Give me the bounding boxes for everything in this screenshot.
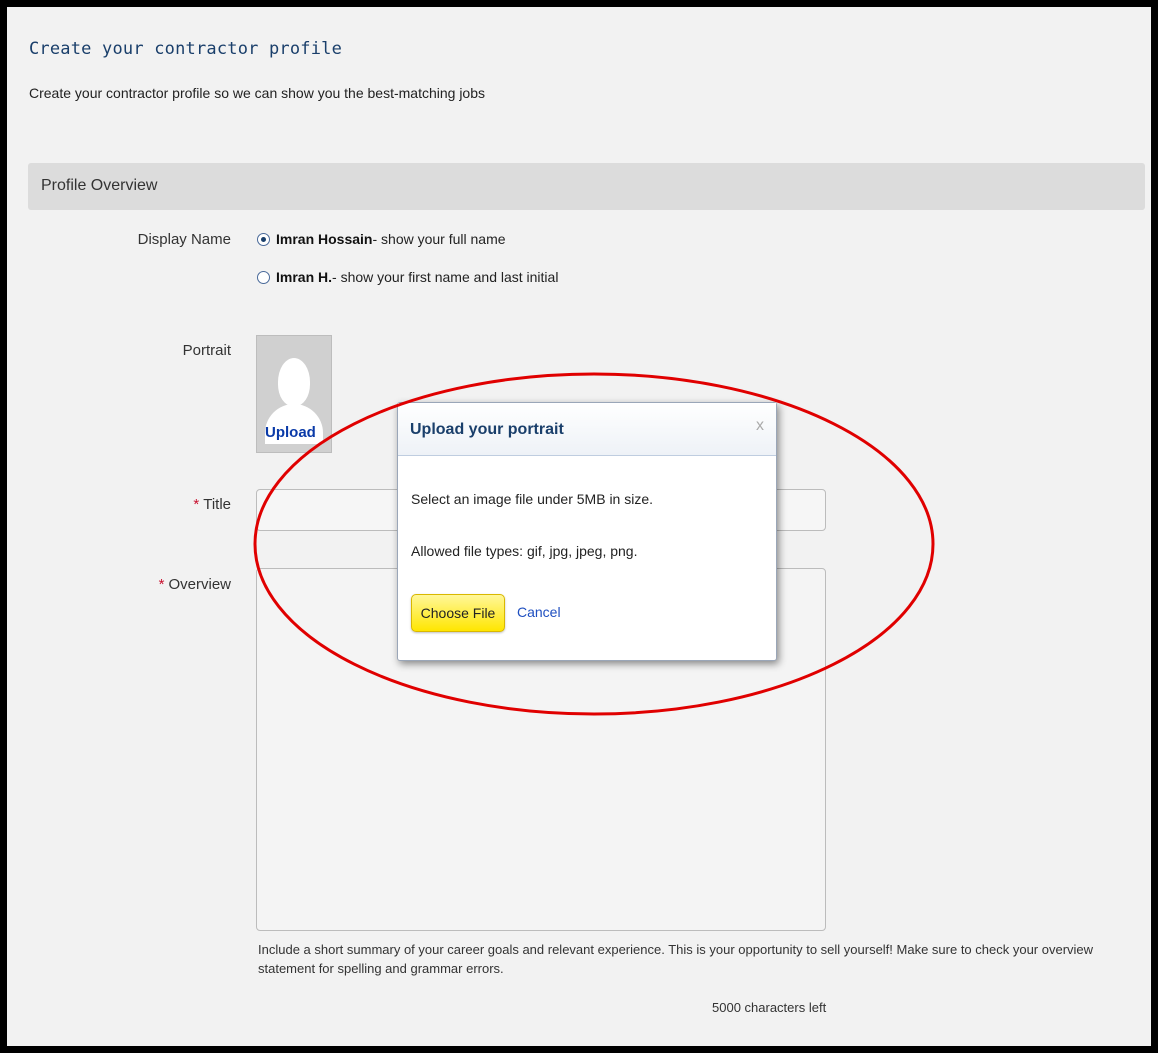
display-name-label: Display Name <box>137 231 231 248</box>
close-icon[interactable]: x <box>756 417 764 435</box>
page-title: Create your contractor profile <box>29 39 343 59</box>
overview-label-text: Overview <box>168 576 231 593</box>
title-label-text: Title <box>203 496 231 513</box>
required-mark: * <box>193 496 200 513</box>
title-label: * Title <box>193 496 231 513</box>
cancel-link[interactable]: Cancel <box>517 604 561 620</box>
dialog-header: Upload your portrait x <box>398 403 776 456</box>
choose-file-button[interactable]: Choose File <box>411 594 505 632</box>
overview-label: * Overview <box>159 576 231 593</box>
character-counter: 5000 characters left <box>712 1000 827 1015</box>
section-title: Profile Overview <box>41 177 158 194</box>
radio-selected-icon[interactable] <box>257 232 270 246</box>
display-name-option-full[interactable]: Imran Hossain - show your full name <box>257 231 506 247</box>
avatar-silhouette-icon <box>278 358 310 406</box>
page-subtitle: Create your contractor profile so we can… <box>29 85 486 101</box>
overview-help-text: Include a short summary of your career g… <box>258 942 1094 976</box>
dialog-size-note: Select an image file under 5MB in size. <box>411 491 654 507</box>
upload-link[interactable]: Upload <box>265 424 316 441</box>
dialog-title: Upload your portrait <box>410 421 564 438</box>
option-suffix: - show your first name and last initial <box>332 269 559 285</box>
section-header: Profile Overview <box>28 163 1145 210</box>
radio-unselected-icon[interactable] <box>257 270 270 284</box>
portrait-label: Portrait <box>182 342 231 359</box>
page-frame: Create your contractor profile Create yo… <box>7 7 1151 1046</box>
dialog-filetype-note: Allowed file types: gif, jpg, jpeg, png. <box>411 543 638 559</box>
option-name: Imran H. <box>276 269 333 285</box>
option-suffix: - show your full name <box>372 231 506 247</box>
option-name: Imran Hossain <box>276 231 373 247</box>
portrait-placeholder: Upload <box>256 335 332 453</box>
required-mark: * <box>158 576 165 593</box>
upload-portrait-dialog: Upload your portrait x Select an image f… <box>397 402 777 661</box>
display-name-option-initial[interactable]: Imran H. - show your first name and last… <box>257 269 558 285</box>
